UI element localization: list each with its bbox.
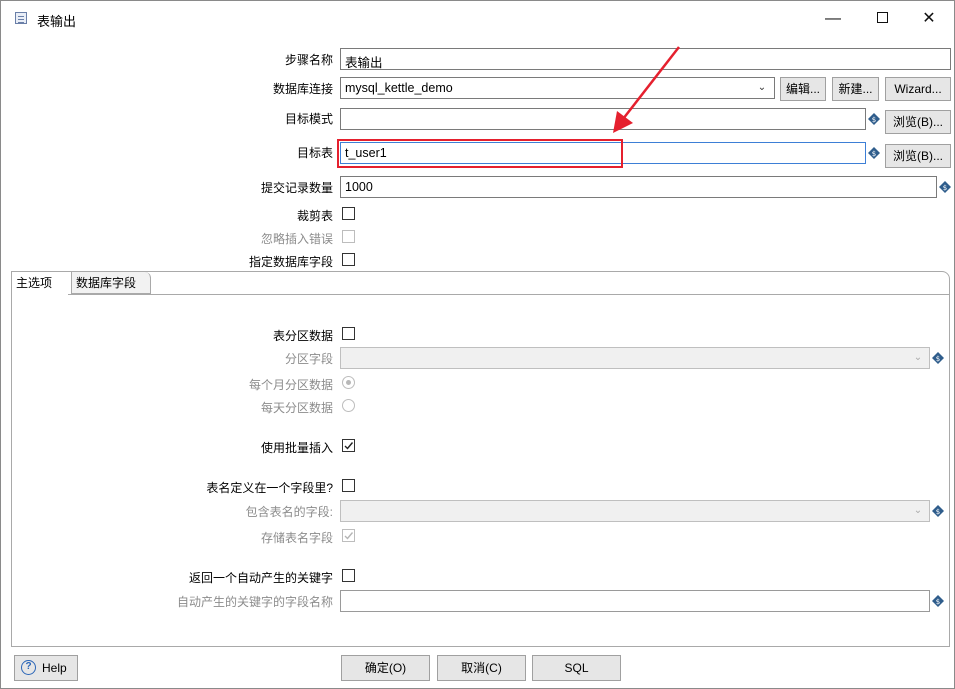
help-label: Help: [42, 661, 67, 675]
sql-button[interactable]: SQL: [532, 655, 621, 681]
specify-fields-checkbox[interactable]: [342, 253, 355, 266]
store-table-name-label: 存储表名字段: [260, 531, 333, 545]
window-title: 表输出: [37, 14, 77, 29]
table-output-icon: [15, 12, 27, 24]
partition-field-label: 分区字段: [284, 352, 333, 366]
browse-schema-button[interactable]: 浏览(B)...: [885, 110, 951, 134]
variable-icon: $: [939, 181, 951, 193]
variable-icon: $: [932, 352, 944, 364]
new-connection-button[interactable]: 新建...: [832, 77, 879, 101]
maximize-button[interactable]: [859, 5, 905, 33]
table-in-field-label: 表名定义在一个字段里?: [206, 481, 333, 495]
table-name-field-label: 包含表名的字段:: [245, 505, 333, 519]
wizard-button[interactable]: Wizard...: [885, 77, 951, 101]
target-schema-label: 目标模式: [284, 112, 333, 126]
close-button[interactable]: ✕: [906, 5, 952, 33]
help-icon: ?: [21, 660, 36, 675]
monthly-partition-radio[interactable]: [342, 376, 355, 389]
svg-text:$: $: [943, 184, 947, 192]
batch-insert-checkbox[interactable]: [342, 439, 355, 452]
help-button[interactable]: ? Help: [14, 655, 78, 681]
key-field-name-label: 自动产生的关键字的字段名称: [176, 595, 333, 609]
chevron-down-icon[interactable]: ⌄: [751, 77, 773, 99]
tab-divider: [68, 294, 949, 295]
db-connection-select[interactable]: mysql_kettle_demo: [340, 77, 775, 99]
truncate-checkbox[interactable]: [342, 207, 355, 220]
daily-partition-label: 每天分区数据: [260, 401, 333, 415]
svg-text:$: $: [936, 598, 940, 606]
annotation-highlight-box: [337, 139, 623, 168]
dialog-window: 表输出 — ✕ 步骤名称 表输出 数据库连接 mysql_kettle_demo…: [0, 0, 955, 689]
ignore-errors-label: 忽略插入错误: [260, 232, 333, 246]
partition-checkbox[interactable]: [342, 327, 355, 340]
batch-insert-label: 使用批量插入: [260, 441, 333, 455]
browse-table-button[interactable]: 浏览(B)...: [885, 144, 951, 168]
variable-icon: $: [932, 505, 944, 517]
table-in-field-checkbox[interactable]: [342, 479, 355, 492]
svg-text:$: $: [872, 116, 876, 124]
ok-button[interactable]: 确定(O): [341, 655, 430, 681]
cancel-button[interactable]: 取消(C): [437, 655, 526, 681]
specify-fields-label: 指定数据库字段: [248, 255, 333, 269]
table-name-field-select[interactable]: [340, 500, 930, 522]
svg-text:$: $: [936, 508, 940, 516]
chevron-down-icon[interactable]: ⌄: [907, 500, 929, 522]
checkmark-icon: [344, 532, 354, 540]
key-field-name-input[interactable]: [340, 590, 930, 612]
variable-icon: $: [868, 147, 880, 159]
partition-label: 表分区数据: [272, 329, 333, 343]
db-connection-label: 数据库连接: [272, 82, 333, 96]
store-table-name-checkbox[interactable]: [342, 529, 355, 542]
target-table-label: 目标表: [296, 146, 333, 160]
annotation-arrow: [613, 46, 680, 133]
monthly-partition-label: 每个月分区数据: [248, 378, 333, 392]
maximize-icon: [876, 11, 888, 23]
partition-field-select[interactable]: [340, 347, 930, 369]
tab-main-options[interactable]: 主选项: [12, 272, 68, 294]
edit-connection-button[interactable]: 编辑...: [780, 77, 826, 101]
title-bar: 表输出 — ✕: [1, 1, 954, 37]
ignore-errors-checkbox[interactable]: [342, 230, 355, 243]
chevron-down-icon[interactable]: ⌄: [907, 347, 929, 369]
tab-database-fields[interactable]: 数据库字段: [71, 272, 151, 294]
step-name-label: 步骤名称: [284, 53, 333, 67]
return-key-label: 返回一个自动产生的关键字: [188, 571, 333, 585]
minimize-button[interactable]: —: [810, 5, 856, 33]
svg-text:$: $: [872, 150, 876, 158]
return-key-checkbox[interactable]: [342, 569, 355, 582]
variable-icon: $: [932, 595, 944, 607]
commit-size-label: 提交记录数量: [260, 181, 333, 195]
daily-partition-radio[interactable]: [342, 399, 355, 412]
checkmark-icon: [344, 442, 354, 450]
truncate-label: 裁剪表: [296, 209, 333, 223]
svg-text:$: $: [936, 355, 940, 363]
commit-size-input[interactable]: 1000: [340, 176, 937, 198]
variable-icon: $: [868, 113, 880, 125]
